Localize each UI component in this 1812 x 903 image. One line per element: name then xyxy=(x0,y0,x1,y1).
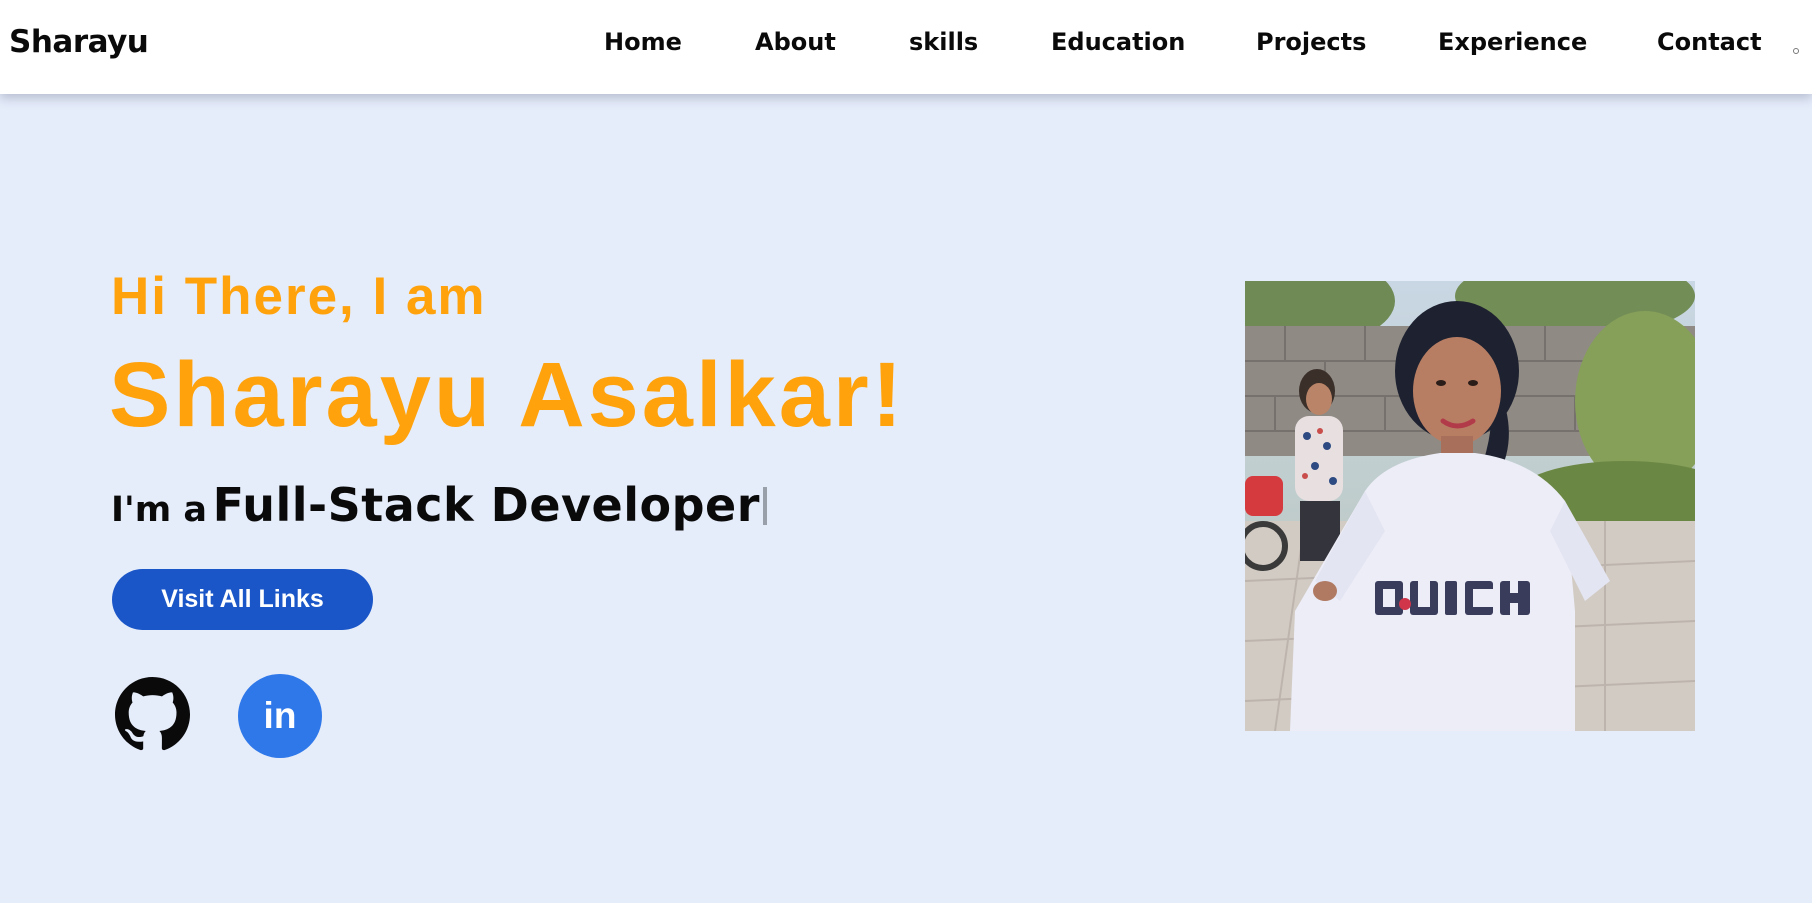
profile-photo-svg xyxy=(1245,281,1695,731)
role-prefix: I'm a xyxy=(111,490,208,530)
profile-photo xyxy=(1245,281,1695,731)
nav-about[interactable]: About xyxy=(755,28,836,56)
github-logo-svg xyxy=(115,677,190,751)
hero-greeting: Hi There, I am xyxy=(111,267,487,326)
typed-role: Full-Stack Developer xyxy=(212,478,760,532)
typing-cursor xyxy=(762,487,767,525)
nav-links: Home About skills Education Projects Exp… xyxy=(0,28,1812,62)
visit-all-links-button[interactable]: Visit All Links xyxy=(112,569,373,630)
github-icon[interactable] xyxy=(115,677,190,752)
linkedin-icon[interactable]: in xyxy=(238,674,322,758)
nav-skills[interactable]: skills xyxy=(909,28,978,56)
nav-projects[interactable]: Projects xyxy=(1256,28,1366,56)
navbar: Sharayu Home About skills Education Proj… xyxy=(0,0,1812,94)
nav-experience[interactable]: Experience xyxy=(1438,28,1587,56)
hero-name: Sharayu Asalkar! xyxy=(109,344,906,446)
nav-education[interactable]: Education xyxy=(1051,28,1185,56)
theme-toggle-icon[interactable] xyxy=(1793,48,1799,54)
hero-role: I'm a Full-Stack Developer xyxy=(111,478,767,532)
hero-section: Hi There, I am Sharayu Asalkar! I'm a Fu… xyxy=(0,94,1812,903)
nav-contact[interactable]: Contact xyxy=(1657,28,1762,56)
nav-home[interactable]: Home xyxy=(604,28,682,56)
